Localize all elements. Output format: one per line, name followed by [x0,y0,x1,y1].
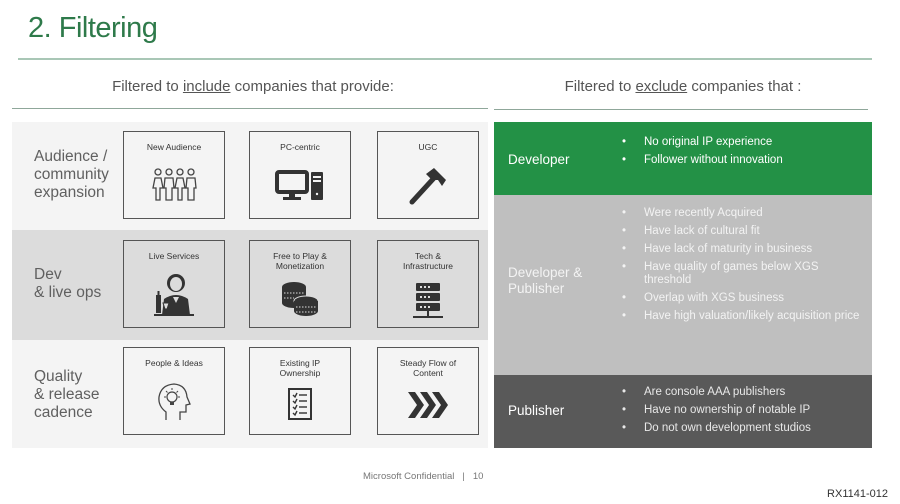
tile-free-to-play: Free to Play & Monetization [249,240,351,328]
tile-pc-centric: PC-centric [249,131,351,219]
tile-tech-infrastructure: Tech & Infrastructure [377,240,479,328]
triple-chevron-icon [408,392,448,418]
include-row-quality: Quality & release cadence People & Ideas… [12,340,488,448]
exclude-divider [494,109,868,110]
exclude-header-keyword: exclude [635,78,688,95]
people-group-icon [152,168,197,201]
head-lightbulb-icon [158,383,191,420]
tile-caption: Live Services [148,251,200,261]
include-header-prefix: Filtered to [112,78,183,95]
coins-icon [282,282,319,316]
desktop-computer-icon [275,170,323,200]
list-item: Are console AAA publishers [622,386,860,399]
list-item: Have no ownership of notable IP [622,404,860,417]
include-header-suffix: companies that provide: [230,78,394,95]
tile-existing-ip: Existing IP Ownership [249,347,351,435]
row-label: Quality & release cadence [34,368,100,421]
include-header: Filtered to include companies that provi… [18,78,488,95]
tile-caption: Steady Flow of Content [399,358,457,378]
hammer-icon [409,168,446,205]
include-header-keyword: include [182,78,231,95]
list-item: Were recently Acquired [622,207,860,220]
exclude-group-publisher: Publisher Are console AAA publishers Hav… [494,375,872,448]
page-title: 2. Filtering [28,12,158,44]
exhibit-id: RX1141-012 [827,488,888,500]
group-criteria-list: No original IP experience Follower witho… [622,136,860,172]
list-item: Do not own development studios [622,422,860,435]
tile-live-services: Live Services [123,240,225,328]
tile-people-ideas: People & Ideas [123,347,225,435]
tile-caption: People & Ideas [145,358,203,368]
list-item: Have lack of cultural fit [622,225,860,238]
tile-caption: Tech & Infrastructure [402,251,454,271]
group-label: Developer [508,152,570,167]
tile-caption: Free to Play & Monetization [273,251,327,271]
list-item: No original IP experience [622,136,860,149]
tile-steady-flow: Steady Flow of Content [377,347,479,435]
tile-ugc: UGC [377,131,479,219]
list-item: Have high valuation/likely acquisition p… [622,310,860,323]
group-label: Developer & Publisher [508,265,583,296]
tile-caption: PC-centric [280,142,320,152]
exclude-group-developer: Developer No original IP experience Foll… [494,122,872,195]
group-criteria-list: Are console AAA publishers Have no owner… [622,386,860,440]
footer: Microsoft Confidential | 10 [363,471,483,482]
list-item: Overlap with XGS business [622,292,860,305]
exclude-header-prefix: Filtered to [564,78,636,95]
group-label: Publisher [508,403,565,418]
page-number: 10 [472,471,484,482]
checklist-icon [288,388,312,420]
tile-caption: UGC [418,142,438,152]
footer-separator: | [462,471,465,482]
exclude-header-suffix: companies that : [687,78,802,95]
exclude-header: Filtered to exclude companies that : [494,78,872,95]
include-row-dev-live-ops: Dev & live ops Live Services Free to Pla… [12,230,488,340]
row-label: Audience / community expansion [34,148,109,201]
group-criteria-list: Were recently Acquired Have lack of cult… [622,207,860,328]
list-item: Have lack of maturity in business [622,243,860,256]
list-item: Have quality of games below XGS threshol… [622,261,860,287]
tile-new-audience: New Audience [123,131,225,219]
row-label: Dev & live ops [34,266,102,301]
exclude-group-developer-publisher: Developer & Publisher Were recently Acqu… [494,195,872,375]
tile-caption: New Audience [146,142,202,152]
tile-caption: Existing IP Ownership [279,358,321,378]
title-divider [18,58,872,60]
waiter-icon [154,274,194,316]
confidential-label: Microsoft Confidential [363,471,455,482]
list-item: Follower without innovation [622,154,860,167]
include-row-audience: Audience / community expansion New Audie… [12,122,488,230]
include-divider [12,108,488,109]
server-icon [413,283,443,318]
